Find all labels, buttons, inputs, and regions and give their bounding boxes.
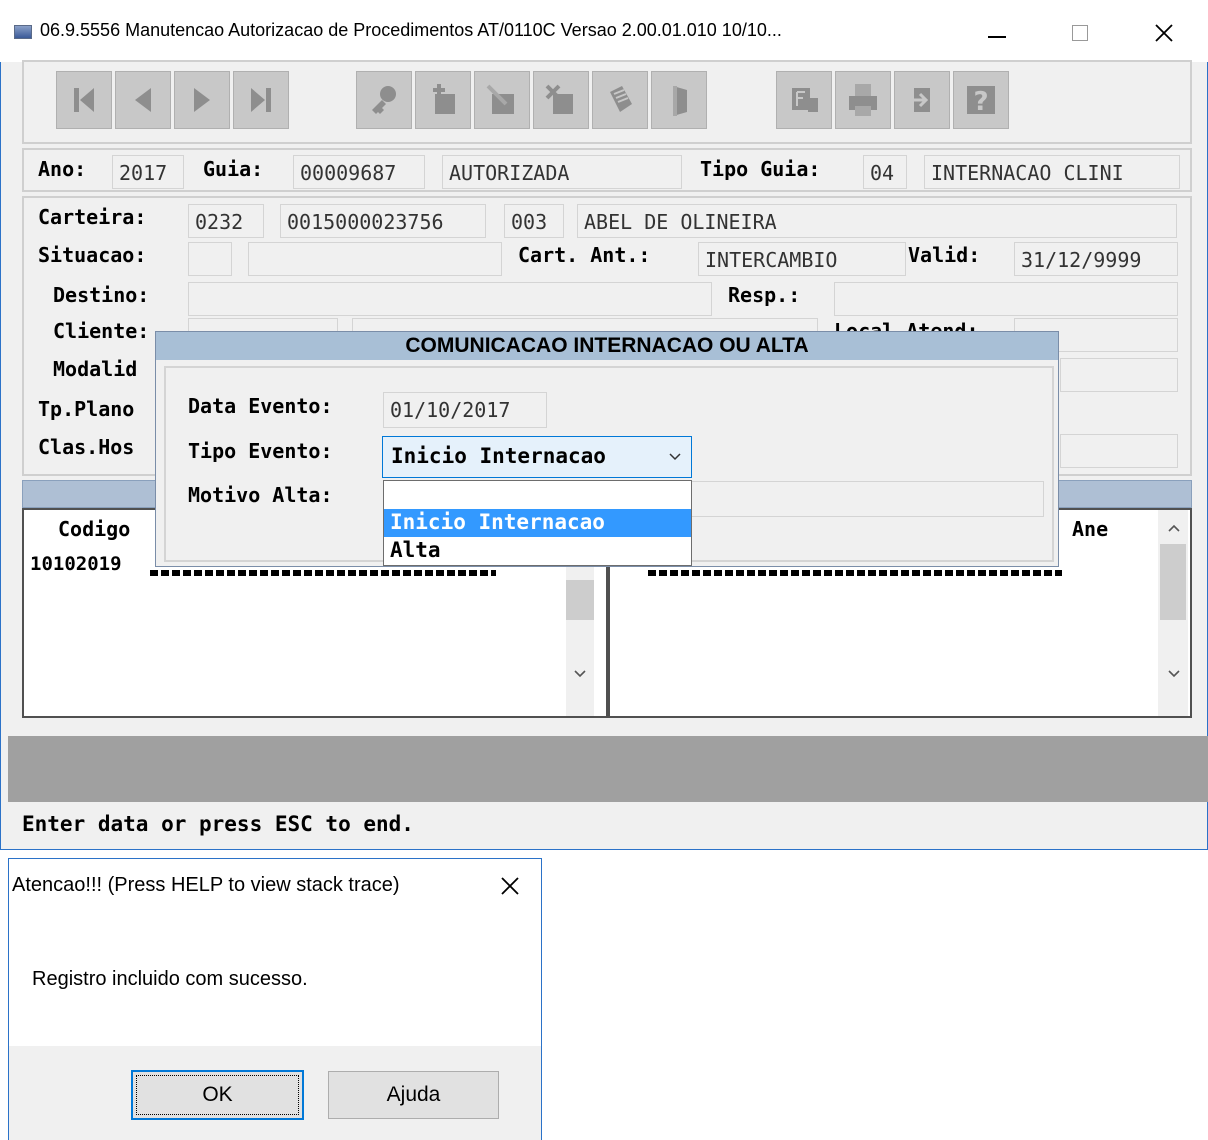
cliente-label: Cliente: — [53, 319, 150, 343]
status-field: AUTORIZADA — [442, 155, 682, 189]
title-bar: 06.9.5556 Manutencao Autorizacao de Proc… — [0, 0, 1208, 62]
help-label: Ajuda — [386, 1083, 441, 1106]
modalidade-field[interactable] — [1060, 358, 1178, 392]
guia-label: Guia: — [203, 157, 264, 181]
print-button[interactable] — [835, 71, 891, 129]
tipo-evento-select[interactable]: Inicio Internacao — [382, 436, 692, 478]
tp-plano-label: Tp.Plano — [38, 397, 135, 421]
alert-help-button[interactable]: Ajuda — [328, 1071, 499, 1119]
status-message: Enter data or press ESC to end. — [22, 812, 414, 836]
situacao-desc-field — [248, 242, 502, 276]
alert-title: Atencao!!! (Press HELP to view stack tra… — [12, 874, 400, 896]
valid-label: Valid: — [908, 243, 981, 267]
tipo-guia-desc-field: INTERNACAO CLINI — [924, 155, 1180, 189]
maximize-icon[interactable] — [1072, 25, 1088, 41]
grid-codigo-header: Codigo — [58, 517, 131, 541]
command-strip — [8, 736, 1208, 802]
data-evento-label: Data Evento: — [188, 394, 333, 418]
first-icon — [74, 88, 94, 112]
app-icon — [14, 25, 32, 39]
filter-icon — [792, 88, 818, 112]
guia-field[interactable]: 00009687 — [293, 155, 425, 189]
copy-icon — [610, 86, 632, 112]
left-scroll-thumb[interactable] — [566, 580, 594, 620]
right-scroll-up-icon[interactable] — [1166, 522, 1182, 534]
help-button[interactable]: ? — [953, 71, 1009, 129]
copy-button[interactable] — [592, 71, 648, 129]
last-icon — [251, 88, 271, 112]
delete-icon — [545, 84, 573, 114]
window-title: 06.9.5556 Manutencao Autorizacao de Proc… — [40, 20, 782, 40]
tools-button[interactable] — [894, 71, 950, 129]
alert-ok-button[interactable]: OK — [131, 1070, 304, 1120]
grid-row-text-right — [648, 570, 1062, 576]
ok-focus-ring — [136, 1075, 299, 1115]
print-icon — [849, 84, 877, 116]
tipo-guia-code-field[interactable]: 04 — [863, 155, 907, 189]
event-popup-title: COMUNICACAO INTERNACAO OU ALTA — [405, 334, 809, 357]
minimize-icon[interactable] — [988, 36, 1006, 38]
previous-record-button[interactable] — [115, 71, 171, 129]
modalidade-label: Modalid — [53, 357, 138, 381]
chevron-down-icon — [669, 453, 681, 461]
ano-field[interactable]: 2017 — [112, 155, 184, 189]
carteira-field-1[interactable]: 0232 — [188, 204, 264, 238]
clas-hosp-field[interactable] — [1060, 434, 1178, 468]
carteira-field-2[interactable]: 0015000023756 — [280, 204, 486, 238]
right-scroll-down-icon[interactable] — [1166, 668, 1182, 680]
ano-label: Ano: — [38, 157, 87, 181]
tipo-evento-label: Tipo Evento: — [188, 439, 333, 463]
cart-ant-field[interactable]: INTERCAMBIO — [698, 242, 906, 276]
help-icon: ? — [967, 86, 995, 117]
grid-ane-header: Ane — [1072, 517, 1109, 541]
close-icon[interactable] — [1154, 23, 1174, 43]
filter-button[interactable] — [776, 71, 832, 129]
tipo-guia-label: Tipo Guia: — [700, 157, 821, 181]
add-icon — [433, 84, 455, 114]
right-scroll-thumb[interactable] — [1160, 544, 1186, 620]
first-record-button[interactable] — [56, 71, 112, 129]
motivo-alta-label: Motivo Alta: — [188, 483, 333, 507]
edit-button[interactable] — [474, 71, 530, 129]
grid-row-text — [150, 570, 496, 576]
clas-hosp-label: Clas.Hos — [38, 435, 135, 459]
tools-icon — [908, 88, 930, 112]
cart-ant-label: Cart. Ant.: — [518, 243, 651, 267]
dropdown-option-alta[interactable]: Alta — [384, 537, 691, 565]
alert-close-icon[interactable] — [500, 876, 520, 896]
dropdown-option-inicio-internacao[interactable]: Inicio Internacao — [384, 509, 691, 537]
carteira-field-3[interactable]: 003 — [504, 204, 564, 238]
resp-label: Resp.: — [728, 283, 801, 307]
left-scroll-down-icon[interactable] — [572, 668, 588, 680]
dropdown-option-label: Inicio Internacao — [390, 510, 605, 534]
situacao-code-field[interactable] — [188, 242, 232, 276]
last-record-button[interactable] — [233, 71, 289, 129]
edit-icon — [486, 84, 514, 114]
alert-message: Registro incluido com sucesso. — [32, 968, 308, 990]
search-key-icon — [372, 86, 396, 114]
beneficiario-name-field: ABEL DE OLINEIRA — [577, 204, 1177, 238]
exit-button[interactable] — [651, 71, 707, 129]
resp-field[interactable] — [834, 282, 1178, 316]
svg-text:?: ? — [973, 87, 988, 117]
data-evento-field[interactable]: 01/10/2017 — [383, 392, 547, 428]
situacao-label: Situacao: — [38, 243, 147, 267]
motivo-alta-desc-field — [690, 481, 1044, 517]
next-record-button[interactable] — [174, 71, 230, 129]
tipo-evento-selected-value: Inicio Internacao — [391, 444, 606, 468]
destino-field[interactable] — [188, 282, 712, 316]
carteira-label: Carteira: — [38, 205, 147, 229]
add-button[interactable] — [415, 71, 471, 129]
dropdown-option-label: Alta — [390, 538, 441, 562]
event-popup-title-bar: COMUNICACAO INTERNACAO OU ALTA — [156, 332, 1058, 360]
destino-label: Destino: — [53, 283, 150, 307]
valid-field[interactable]: 31/12/9999 — [1014, 242, 1178, 276]
exit-door-icon — [673, 86, 687, 116]
next-icon — [194, 88, 210, 112]
search-button[interactable] — [356, 71, 412, 129]
previous-icon — [135, 88, 151, 112]
grid-row-codigo[interactable]: 10102019 — [30, 550, 122, 578]
delete-button[interactable] — [533, 71, 589, 129]
